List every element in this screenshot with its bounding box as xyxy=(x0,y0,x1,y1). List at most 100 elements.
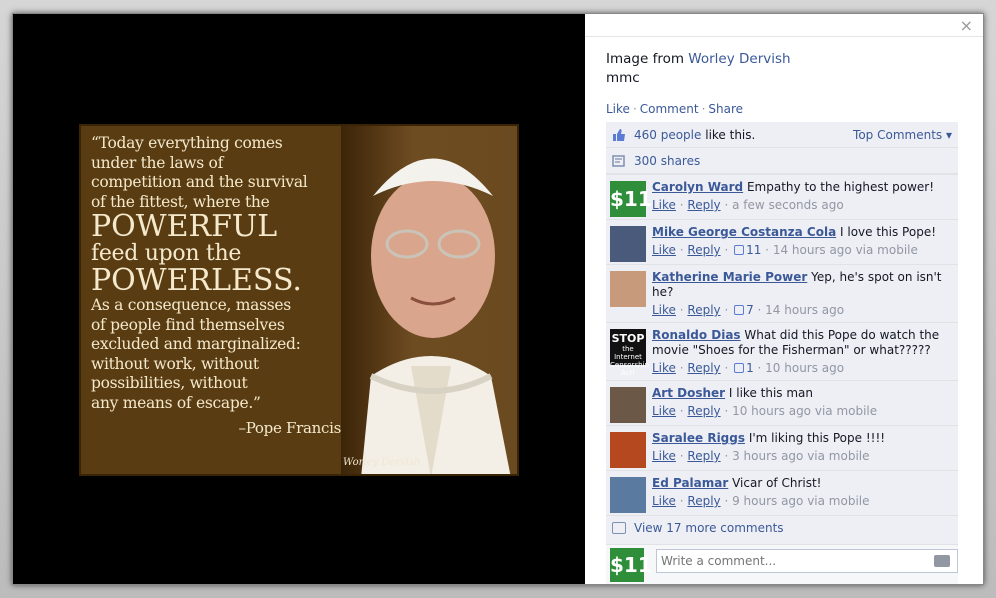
quote-line: “Today everything comes xyxy=(91,134,283,152)
avatar[interactable] xyxy=(610,226,646,262)
quote-line: any means of escape.” xyxy=(91,393,261,412)
feedback-box: 460 people like this. Top Comments ▾ 300… xyxy=(606,122,958,544)
comment-reply-link[interactable]: Reply xyxy=(687,198,720,212)
comment-time[interactable]: 14 hours ago via mobile xyxy=(773,243,918,257)
comment-text: I'm liking this Pope !!!! xyxy=(748,431,886,445)
share-link[interactable]: Share xyxy=(708,102,743,116)
comment-reply-link[interactable]: Reply xyxy=(687,404,720,418)
divider xyxy=(585,36,983,37)
quote-line: without work, without xyxy=(91,354,259,373)
comment-like-link[interactable]: Like xyxy=(652,449,676,463)
comment-like-link[interactable]: Like xyxy=(652,198,676,212)
comment-time[interactable]: 9 hours ago via mobile xyxy=(732,494,869,508)
comment-bubble-icon xyxy=(612,522,626,534)
commenter-name[interactable]: Art Dosher xyxy=(652,386,725,400)
shares-link[interactable]: 300 shares xyxy=(634,154,700,168)
quote-line: competition and the survival xyxy=(91,173,308,191)
close-icon[interactable]: × xyxy=(960,16,973,35)
comment-reply-link[interactable]: Reply xyxy=(687,494,720,508)
pope-portrait xyxy=(341,126,517,474)
view-more-label[interactable]: View 17 more comments xyxy=(634,521,784,535)
quote-line: possibilities, without xyxy=(91,374,248,392)
quote-line: excluded and marginalized: xyxy=(91,335,301,353)
likes-count-link[interactable]: 460 people xyxy=(634,128,701,142)
comment-input[interactable] xyxy=(656,549,958,573)
comment-item: STOP the Internet Censorship Act! Ronaldo… xyxy=(606,322,958,380)
avatar[interactable]: $11 xyxy=(610,181,652,217)
commenter-name[interactable]: Saralee Riggs xyxy=(652,431,745,445)
comment-item: Ed Palamar Vicar of Christ! Like · Reply… xyxy=(606,470,958,515)
comment-like-link[interactable]: Like xyxy=(652,243,676,257)
comment-reply-link[interactable]: Reply xyxy=(687,361,720,375)
comment-item: Katherine Marie Power Yep, he's spot on … xyxy=(606,264,958,322)
like-link[interactable]: Like xyxy=(606,102,630,116)
comment-link[interactable]: Comment xyxy=(640,102,699,116)
comment-reply-link[interactable]: Reply xyxy=(687,449,720,463)
comment-meta: Like · Reply · 7 · 14 hours ago xyxy=(652,303,845,317)
comment-meta: Like · Reply · 1 · 10 hours ago xyxy=(652,361,845,375)
camera-icon[interactable] xyxy=(934,555,950,567)
shares-summary: 300 shares xyxy=(606,148,958,174)
comment-like-link[interactable]: Like xyxy=(652,361,676,375)
separator: · xyxy=(701,102,706,116)
header-prefix: Image from xyxy=(606,51,684,67)
comment-like-link[interactable]: Like xyxy=(652,303,676,317)
comment-like-link[interactable]: Like xyxy=(652,404,676,418)
post-caption: mmc xyxy=(606,70,640,86)
image-watermark: Worley Dervish xyxy=(343,457,421,468)
separator: · xyxy=(632,102,637,116)
comment-composer: $11 xyxy=(606,544,958,584)
comments-panel: × Image from Worley Dervish mmc Like · Com… xyxy=(585,14,983,584)
avatar: $11 xyxy=(610,548,652,582)
commenter-name[interactable]: Ronaldo Dias xyxy=(652,328,741,342)
comment-like-link[interactable]: Like xyxy=(652,494,676,508)
view-more-comments[interactable]: View 17 more comments xyxy=(606,515,958,539)
avatar[interactable]: STOP the Internet Censorship Act! xyxy=(610,329,649,377)
image-quote: “Today everything comes under the laws o… xyxy=(91,134,349,439)
comment-item: Saralee Riggs I'm liking this Pope !!!! … xyxy=(606,425,958,470)
comment-like-icon xyxy=(734,305,745,315)
comment-item: Mike George Costanza Cola I love this Po… xyxy=(606,219,958,264)
comment-time[interactable]: 3 hours ago via mobile xyxy=(732,449,869,463)
avatar[interactable] xyxy=(610,271,646,307)
post-header: Image from Worley Dervish mmc xyxy=(606,50,791,88)
commenter-name[interactable]: Carolyn Ward xyxy=(652,180,743,194)
quote-signature: –Pope Francis xyxy=(238,419,342,437)
comment-reply-link[interactable]: Reply xyxy=(687,303,720,317)
comment-time[interactable]: 10 hours ago via mobile xyxy=(732,404,877,418)
comment-time[interactable]: 10 hours ago xyxy=(765,361,844,375)
comment-like-count[interactable]: 7 xyxy=(746,303,754,317)
likes-summary: 460 people like this. Top Comments ▾ xyxy=(606,122,958,148)
quote-emphasis: POWERFUL xyxy=(91,209,278,244)
comment-text: Empathy to the highest power! xyxy=(746,180,935,194)
comment-like-icon xyxy=(734,363,745,373)
quote-line: of people find themselves xyxy=(91,315,285,334)
comment-reply-link[interactable]: Reply xyxy=(687,243,720,257)
avatar[interactable] xyxy=(610,387,646,423)
comment-time[interactable]: 14 hours ago xyxy=(765,303,844,317)
commenter-name[interactable]: Ed Palamar xyxy=(652,476,728,490)
comment-like-count[interactable]: 1 xyxy=(746,361,754,375)
likes-suffix: like this. xyxy=(705,128,756,142)
top-comments-dropdown[interactable]: Top Comments ▾ xyxy=(853,122,952,148)
avatar[interactable] xyxy=(610,432,646,468)
comment-like-icon xyxy=(734,245,745,255)
post-image[interactable]: “Today everything comes under the laws o… xyxy=(79,124,519,476)
comment-item: $11 Carolyn Ward Empathy to the highest … xyxy=(606,174,958,219)
commenter-name[interactable]: Katherine Marie Power xyxy=(652,270,807,284)
avatar-stop-title: STOP xyxy=(611,332,645,345)
photo-viewer: “Today everything comes under the laws o… xyxy=(12,13,984,585)
comment-text: Vicar of Christ! xyxy=(732,476,822,490)
comment-time[interactable]: a few seconds ago xyxy=(732,198,844,212)
post-actions: Like · Comment · Share xyxy=(606,102,743,116)
avatar[interactable] xyxy=(610,477,646,513)
share-icon xyxy=(612,155,625,167)
quote-line: As a consequence, masses xyxy=(91,296,291,314)
quote-emphasis: POWERLESS. xyxy=(91,263,302,298)
comment-item: Art Dosher I like this man Like · Reply … xyxy=(606,380,958,425)
comment-like-count[interactable]: 11 xyxy=(746,243,761,257)
author-link[interactable]: Worley Dervish xyxy=(688,51,790,67)
commenter-name[interactable]: Mike George Costanza Cola xyxy=(652,225,836,239)
portrait-illustration xyxy=(361,158,511,474)
avatar-stop-subtitle: the Internet Censorship Act! xyxy=(610,345,649,377)
